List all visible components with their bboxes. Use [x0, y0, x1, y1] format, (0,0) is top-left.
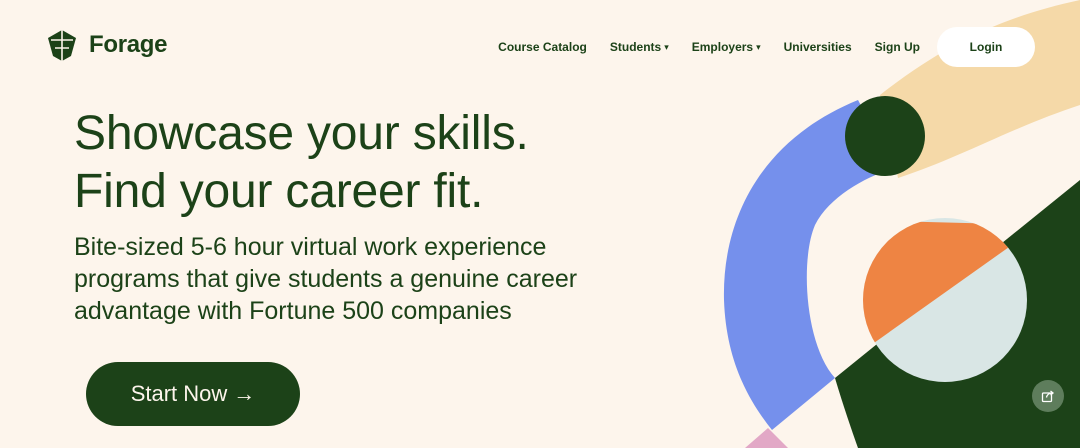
share-icon [1041, 390, 1055, 403]
chevron-down-icon: ▾ [664, 41, 669, 52]
nav-sign-up-label: Sign Up [874, 40, 920, 54]
nav-universities-label: Universities [783, 40, 852, 54]
start-now-button[interactable]: Start Now → [86, 362, 300, 426]
hero-headline: Showcase your skills. Find your career f… [74, 105, 634, 221]
hero-headline-line1: Showcase your skills. [74, 107, 529, 160]
hero-subhead: Bite-sized 5-6 hour virtual work experie… [74, 233, 578, 325]
green-circle-shape [845, 96, 925, 176]
nav-students[interactable]: Students ▾ [610, 40, 669, 54]
nav-employers[interactable]: Employers ▾ [692, 40, 761, 54]
chevron-down-icon: ▾ [756, 41, 761, 52]
top-nav: Course Catalog Students ▾ Employers ▾ Un… [498, 27, 1035, 67]
pink-triangle-shape [745, 428, 788, 448]
nav-course-catalog[interactable]: Course Catalog [498, 40, 587, 54]
nav-sign-up[interactable]: Sign Up [875, 40, 920, 54]
start-now-label: Start Now [130, 381, 228, 406]
nav-employers-label: Employers [691, 40, 754, 54]
hero-headline-line2: Find your career fit. [74, 165, 484, 218]
login-button[interactable]: Login [937, 27, 1035, 67]
hero-section: Showcase your skills. Find your career f… [74, 105, 634, 327]
nav-students-label: Students [609, 40, 662, 54]
forage-logo-icon [48, 30, 76, 61]
nav-course-catalog-label: Course Catalog [498, 40, 587, 54]
nav-universities[interactable]: Universities [784, 40, 852, 54]
arrow-right-icon: → [233, 381, 256, 406]
brand-name: Forage [89, 31, 168, 58]
share-button[interactable] [1032, 380, 1064, 412]
brand-logo[interactable]: Forage [45, 28, 168, 62]
